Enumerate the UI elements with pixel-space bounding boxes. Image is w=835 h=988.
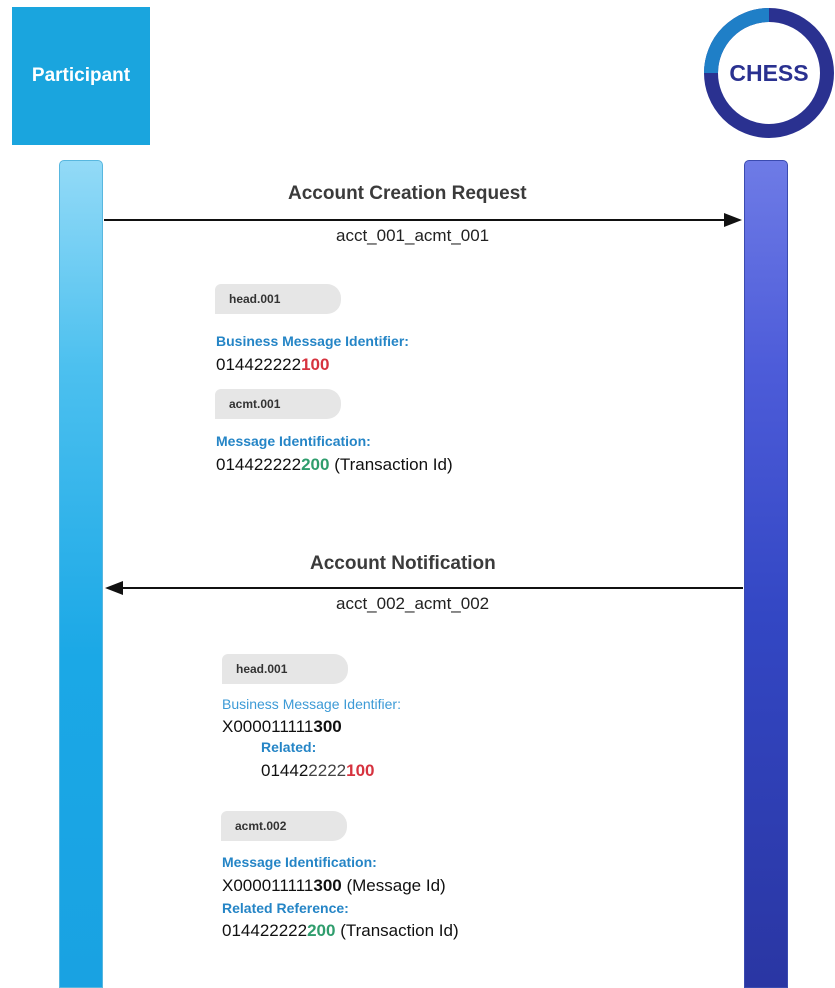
request-body-tag: acmt.001 (215, 389, 341, 419)
request-mid-label: Message Identification: (216, 433, 371, 449)
message-arrows (104, 213, 743, 595)
notification-related-label: Related: (261, 739, 317, 755)
notification-title: Account Notification (310, 553, 496, 574)
request-mid-value: 014422222200 (Transaction Id) (216, 455, 453, 474)
notification-head-tag: head.001 (222, 654, 348, 684)
notification-arrowhead (105, 581, 123, 595)
request-bmi-value: 014422222100 (216, 355, 330, 374)
notification-bmi-value: X000011111300 (222, 717, 342, 736)
notification-ref-value: 014422222200 (Transaction Id) (222, 921, 459, 940)
notification-mid-label: Message Identification: (222, 854, 377, 870)
request-bmi-label: Business Message Identifier: (216, 333, 409, 349)
notification-ref-label: Related Reference: (222, 900, 349, 916)
notification-mid-value: X000011111300 (Message Id) (222, 876, 446, 895)
request-arrowhead (724, 213, 742, 227)
notification-body-tag: acmt.002 (221, 811, 347, 841)
request-title: Account Creation Request (288, 183, 527, 204)
request-head-tag: head.001 (215, 284, 341, 314)
notification-related-value: 014422222100 (261, 761, 375, 780)
request-code: acct_001_acmt_001 (336, 226, 490, 245)
notification-code: acct_002_acmt_002 (336, 594, 490, 613)
notification-bmi-label: Business Message Identifier: (222, 696, 401, 712)
